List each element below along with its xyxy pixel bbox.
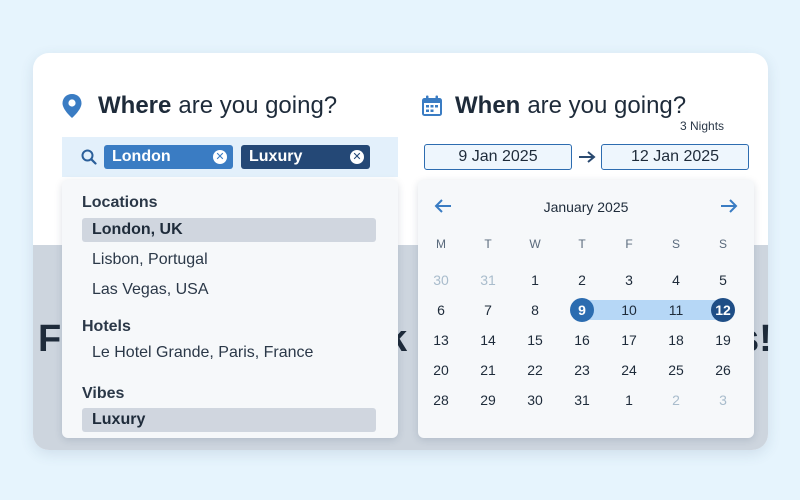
dropdown-item[interactable]: Le Hotel Grande, Paris, France bbox=[82, 341, 376, 365]
chip-label: Luxury bbox=[249, 148, 303, 165]
dropdown-item[interactable]: Luxury bbox=[82, 408, 376, 432]
weekday-label: S bbox=[718, 237, 727, 251]
calendar-day[interactable]: 1 bbox=[523, 268, 547, 292]
calendar-day[interactable]: 9 bbox=[570, 298, 594, 322]
dropdown-item[interactable]: London, UK bbox=[82, 218, 376, 242]
calendar-day[interactable]: 7 bbox=[476, 298, 500, 322]
weekday-label: S bbox=[671, 237, 680, 251]
dropdown-item[interactable]: Lisbon, Portugal bbox=[82, 248, 376, 272]
where-title: Where are you going? bbox=[62, 92, 337, 120]
calendar-day[interactable]: 24 bbox=[617, 358, 641, 382]
remove-chip-icon[interactable]: ✕ bbox=[213, 150, 227, 164]
weekday-label: T bbox=[578, 237, 586, 251]
where-title-bold: Where bbox=[98, 92, 172, 119]
calendar-day[interactable]: 29 bbox=[476, 388, 500, 412]
calendar-day[interactable]: 28 bbox=[429, 388, 453, 412]
weekday-label: F bbox=[625, 237, 633, 251]
calendar-day[interactable]: 3 bbox=[617, 268, 641, 292]
calendar-day[interactable]: 1 bbox=[617, 388, 641, 412]
when-title-bold: When bbox=[455, 92, 521, 119]
destination-search-input[interactable]: London ✕ Luxury ✕ bbox=[62, 137, 398, 177]
calendar-day[interactable]: 31 bbox=[570, 388, 594, 412]
map-pin-icon bbox=[62, 94, 82, 118]
calendar-popover: January 2025 M T W T F S S 30 31 1 2 3 4 5 6 7 8 9… bbox=[418, 180, 754, 438]
search-icon bbox=[81, 149, 97, 170]
selected-range-highlight bbox=[581, 300, 722, 320]
calendar-day[interactable]: 3 bbox=[711, 388, 735, 412]
calendar-day[interactable]: 6 bbox=[429, 298, 453, 322]
weekday-label: M bbox=[436, 237, 446, 251]
calendar-day[interactable]: 19 bbox=[711, 328, 735, 352]
dropdown-section-header: Hotels bbox=[82, 318, 131, 335]
calendar-day[interactable]: 25 bbox=[664, 358, 688, 382]
calendar-day[interactable]: 31 bbox=[476, 268, 500, 292]
calendar-day[interactable]: 8 bbox=[523, 298, 547, 322]
calendar-day[interactable]: 2 bbox=[664, 388, 688, 412]
calendar-day[interactable]: 11 bbox=[664, 298, 688, 322]
calendar-day[interactable]: 22 bbox=[523, 358, 547, 382]
calendar-day[interactable]: 17 bbox=[617, 328, 641, 352]
calendar-day[interactable]: 16 bbox=[570, 328, 594, 352]
calendar-day[interactable]: 2 bbox=[570, 268, 594, 292]
weekday-label: T bbox=[484, 237, 492, 251]
end-date-field[interactable]: 12 Jan 2025 bbox=[601, 144, 749, 170]
calendar-day[interactable]: 26 bbox=[711, 358, 735, 382]
dropdown-section-header: Locations bbox=[82, 194, 158, 211]
chip-london[interactable]: London ✕ bbox=[104, 145, 233, 169]
calendar-day[interactable]: 13 bbox=[429, 328, 453, 352]
calendar-icon bbox=[421, 95, 443, 117]
calendar-day[interactable]: 18 bbox=[664, 328, 688, 352]
calendar-day[interactable]: 30 bbox=[523, 388, 547, 412]
calendar-day[interactable]: 21 bbox=[476, 358, 500, 382]
chip-luxury[interactable]: Luxury ✕ bbox=[241, 145, 370, 169]
nights-count: 3 Nights bbox=[680, 119, 725, 133]
calendar-day[interactable]: 5 bbox=[711, 268, 735, 292]
where-title-rest: are you going? bbox=[178, 92, 338, 119]
calendar-day[interactable]: 23 bbox=[570, 358, 594, 382]
calendar-day[interactable]: 20 bbox=[429, 358, 453, 382]
chip-label: London bbox=[112, 148, 171, 165]
start-date-field[interactable]: 9 Jan 2025 bbox=[424, 144, 572, 170]
when-title: When are you going? bbox=[421, 92, 686, 120]
when-title-rest: are you going? bbox=[527, 92, 687, 119]
dropdown-item[interactable]: Las Vegas, USA bbox=[82, 278, 376, 302]
calendar-day[interactable]: 12 bbox=[711, 298, 735, 322]
calendar-day[interactable]: 4 bbox=[664, 268, 688, 292]
calendar-day[interactable]: 14 bbox=[476, 328, 500, 352]
calendar-day[interactable]: 10 bbox=[617, 298, 641, 322]
calendar-day[interactable]: 30 bbox=[429, 268, 453, 292]
arrow-right-icon bbox=[578, 150, 596, 169]
calendar-day[interactable]: 15 bbox=[523, 328, 547, 352]
calendar-month-label: January 2025 bbox=[543, 199, 629, 215]
weekday-label: W bbox=[529, 237, 541, 251]
next-month-icon[interactable] bbox=[719, 198, 739, 214]
dropdown-section-header: Vibes bbox=[82, 385, 125, 402]
destination-dropdown: Locations London, UK Lisbon, Portugal La… bbox=[62, 180, 398, 438]
remove-chip-icon[interactable]: ✕ bbox=[350, 150, 364, 164]
